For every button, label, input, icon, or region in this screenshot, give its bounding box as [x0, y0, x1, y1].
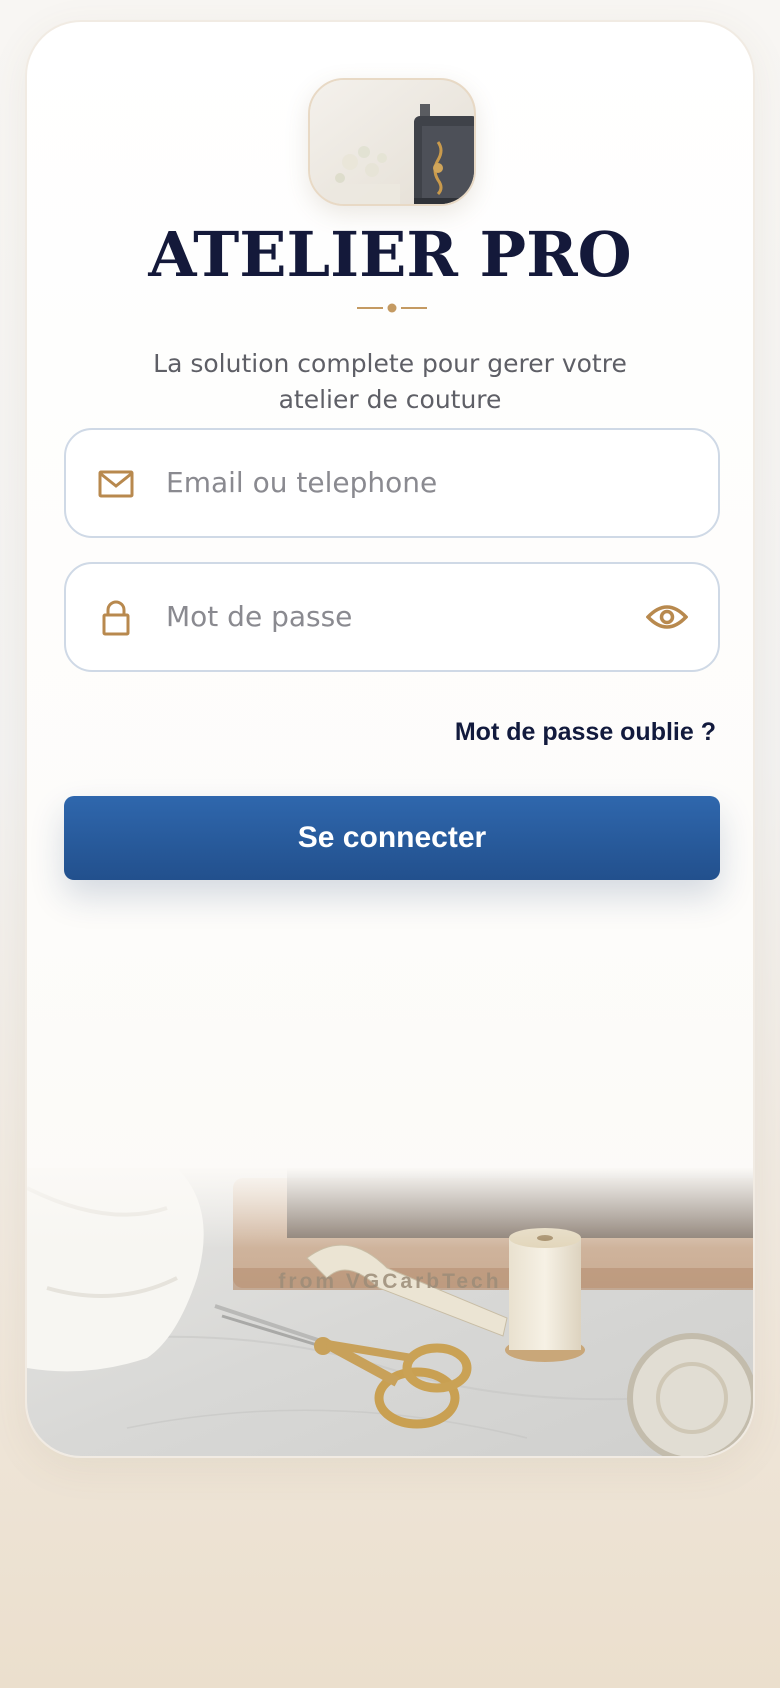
eye-icon[interactable] — [646, 601, 688, 633]
envelope-icon — [98, 470, 134, 498]
email-placeholder: Email ou telephone — [166, 466, 438, 499]
password-field[interactable]: Mot de passe — [64, 562, 720, 672]
email-field[interactable]: Email ou telephone — [64, 428, 720, 538]
app-subtitle: La solution complete pour gerer votre at… — [153, 349, 627, 414]
footer-credit: from VGCarbTech — [278, 1270, 502, 1293]
login-button[interactable]: Se connecter — [64, 796, 720, 880]
forgot-password-link[interactable]: Mot de passe oublie ? — [455, 718, 716, 747]
photo-fade-overlay — [27, 1168, 753, 1248]
sewing-photo — [27, 1168, 753, 1456]
login-card: ATELIER PRO La solution complete pour ge… — [25, 20, 755, 1458]
lock-icon — [102, 600, 130, 636]
app-title: ATELIER PRO — [148, 218, 632, 291]
password-placeholder: Mot de passe — [166, 600, 353, 633]
title-divider — [357, 303, 427, 313]
app-logo — [308, 78, 476, 206]
